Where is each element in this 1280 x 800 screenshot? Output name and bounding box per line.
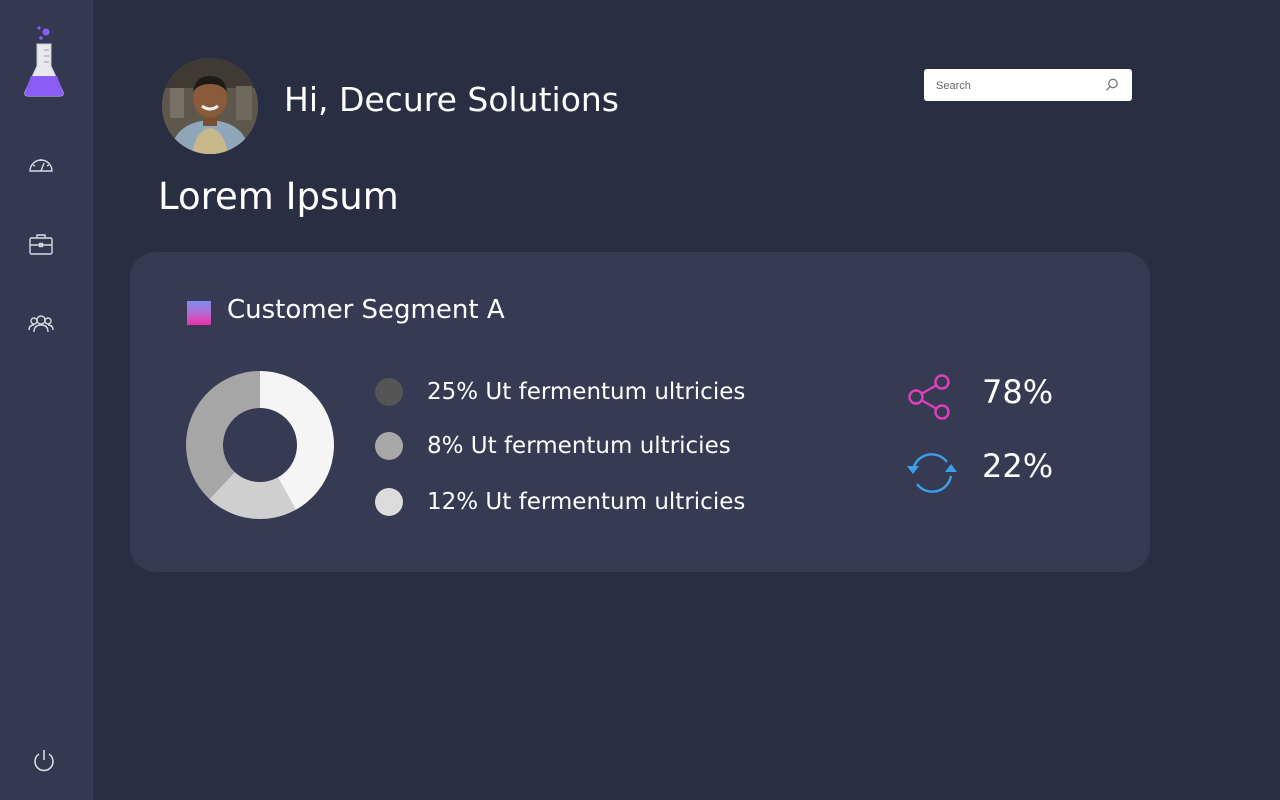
legend-label: 8% Ut fermentum ultricies xyxy=(427,433,731,459)
greeting-title: Hi, Decure Solutions xyxy=(284,80,619,119)
sidebar xyxy=(0,0,93,800)
users-icon[interactable] xyxy=(27,309,55,337)
legend-item: 12% Ut fermentum ultricies xyxy=(375,487,795,517)
page-title: Lorem Ipsum xyxy=(158,175,399,218)
search-input[interactable] xyxy=(934,69,1108,103)
donut-chart xyxy=(186,371,334,519)
segment-title: Customer Segment A xyxy=(227,295,505,325)
search-icon[interactable] xyxy=(1104,77,1120,93)
speedometer-icon[interactable] xyxy=(27,151,55,179)
donut-slice-2 xyxy=(186,371,260,499)
flask-icon[interactable] xyxy=(20,24,68,100)
refresh-stat-value: 22% xyxy=(982,447,1054,485)
share-stat-value: 78% xyxy=(982,373,1054,411)
legend-dot xyxy=(375,488,403,516)
user-avatar[interactable] xyxy=(162,58,258,154)
refresh-icon[interactable] xyxy=(905,446,959,500)
legend-dot xyxy=(375,432,403,460)
legend-item: 25% Ut fermentum ultricies xyxy=(375,377,795,407)
briefcase-icon[interactable] xyxy=(27,230,55,258)
customer-segment-card: Customer Segment A 25% Ut fermentum ultr… xyxy=(130,252,1150,572)
power-icon[interactable] xyxy=(30,746,58,774)
search-box xyxy=(924,69,1132,103)
share-icon[interactable] xyxy=(905,370,959,424)
legend-item: 8% Ut fermentum ultricies xyxy=(375,431,795,461)
segment-color-swatch xyxy=(187,301,211,325)
legend-label: 25% Ut fermentum ultricies xyxy=(427,379,746,405)
legend-dot xyxy=(375,378,403,406)
legend-label: 12% Ut fermentum ultricies xyxy=(427,489,746,515)
